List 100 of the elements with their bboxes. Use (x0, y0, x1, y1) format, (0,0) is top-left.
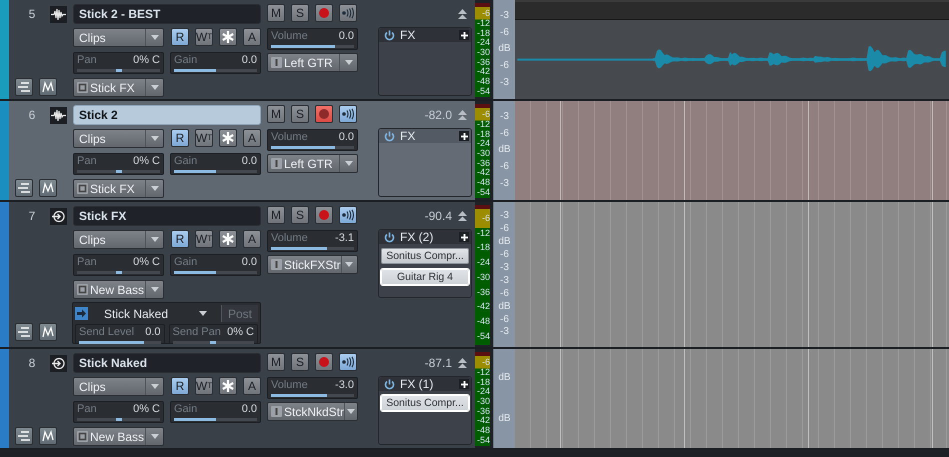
plugin-slot[interactable]: Sonitus Compr... (381, 395, 469, 411)
solo-button[interactable]: S (291, 105, 309, 123)
collapse-arrows-icon[interactable] (458, 211, 467, 221)
mode-dropdown[interactable]: Clips (73, 230, 164, 249)
record-button[interactable] (315, 206, 333, 224)
caret-icon (347, 409, 355, 414)
output-dropdown[interactable]: Left GTR (267, 154, 358, 173)
asterisk-icon (222, 380, 234, 392)
monitor-button[interactable] (339, 206, 357, 224)
volume-slider[interactable]: Volume -3.0 (267, 377, 358, 399)
automation-button[interactable] (39, 323, 57, 341)
mode-dropdown[interactable]: Clips (73, 377, 164, 396)
volume-slider[interactable]: Volume 0.0 (267, 28, 358, 50)
add-fx-button[interactable] (459, 232, 469, 242)
asterisk-icon (222, 132, 234, 144)
input-dropdown[interactable]: Stick FX (73, 78, 164, 97)
automation-button[interactable] (39, 179, 57, 197)
send-pan-slider[interactable]: Send Pan 0% C (168, 324, 258, 344)
pan-slider[interactable]: Pan 0% C (73, 153, 164, 175)
gain-slider[interactable]: Gain 0.0 (170, 52, 261, 74)
lines-icon (18, 183, 30, 193)
gain-slider[interactable]: Gain 0.0 (170, 153, 261, 175)
monitor-button[interactable] (339, 4, 357, 22)
input-dropdown[interactable]: Stick FX (73, 179, 164, 198)
read-button[interactable]: R (171, 377, 189, 395)
plugin-slot[interactable]: Guitar Rig 4 (381, 269, 469, 285)
record-icon (319, 210, 329, 220)
power-icon[interactable] (384, 378, 395, 390)
solo-button[interactable]: S (291, 4, 309, 22)
input-echo-button[interactable]: A (243, 28, 261, 46)
collapse-arrows-icon[interactable] (458, 110, 467, 120)
mute-button[interactable]: M (267, 353, 285, 371)
output-dropdown[interactable]: Left GTR (267, 53, 358, 72)
track-view-button[interactable] (15, 427, 33, 445)
add-fx-button[interactable] (459, 131, 469, 141)
read-button[interactable]: R (171, 28, 189, 46)
db-ruler: -3 -6 dB -6 -3 (493, 0, 515, 99)
input-echo-button[interactable]: A (243, 377, 261, 395)
mode-dropdown[interactable]: Clips (73, 28, 164, 47)
record-icon (319, 109, 329, 119)
output-dropdown[interactable]: StickFXStr (267, 255, 358, 274)
output-dropdown[interactable]: StckNkdStr (267, 402, 358, 421)
monitor-button[interactable] (339, 105, 357, 123)
record-icon (319, 357, 329, 367)
send-destination-dropdown[interactable]: Stick Naked (94, 305, 215, 322)
input-echo-button[interactable]: A (243, 230, 261, 248)
track-name-field[interactable]: Stick FX (73, 206, 261, 226)
freeze-button[interactable] (219, 28, 237, 46)
mode-dropdown[interactable]: Clips (73, 129, 164, 148)
lines-icon (18, 431, 30, 441)
read-button[interactable]: R (171, 129, 189, 147)
record-button[interactable] (315, 105, 333, 123)
pan-slider[interactable]: Pan 0% C (73, 401, 164, 423)
power-icon[interactable] (384, 130, 395, 142)
fx-title: FX (400, 28, 416, 42)
collapse-arrows-icon[interactable] (458, 358, 467, 368)
level-meter: -6 -12 -18 -24 -30 -36 -42 -48 -54 (475, 104, 490, 198)
track-view-button[interactable] (15, 323, 33, 341)
automation-button[interactable] (39, 78, 57, 96)
waveform-icon (50, 6, 67, 22)
output-icon (271, 259, 282, 270)
power-icon[interactable] (384, 232, 395, 242)
power-icon[interactable] (384, 30, 395, 40)
add-fx-button[interactable] (459, 30, 469, 40)
automation-button[interactable] (39, 427, 57, 445)
output-icon (271, 158, 282, 169)
pan-slider[interactable]: Pan 0% C (73, 52, 164, 74)
track-view-button[interactable] (15, 179, 33, 197)
input-echo-button[interactable]: A (243, 129, 261, 147)
mute-button[interactable]: M (267, 4, 285, 22)
add-fx-button[interactable] (459, 379, 469, 389)
mute-button[interactable]: M (267, 105, 285, 123)
track-view-button[interactable] (15, 78, 33, 96)
gain-slider[interactable]: Gain 0.0 (170, 401, 261, 423)
record-button[interactable] (315, 4, 333, 22)
pan-slider[interactable]: Pan 0% C (73, 254, 164, 276)
volume-slider[interactable]: Volume 0.0 (267, 129, 358, 151)
send-level-slider[interactable]: Send Level 0.0 (75, 324, 164, 344)
fx-title: FX (400, 129, 416, 143)
monitor-button[interactable] (339, 353, 357, 371)
plugin-slot[interactable]: Sonitus Compr... (381, 248, 469, 264)
record-button[interactable] (315, 353, 333, 371)
freeze-button[interactable] (219, 377, 237, 395)
input-dropdown[interactable]: New Bass (73, 280, 164, 299)
input-dropdown[interactable]: New Bass (73, 427, 164, 446)
track-name-field[interactable]: Stick 2 - BEST (73, 4, 261, 24)
track-name-field[interactable]: Stick Naked (73, 353, 261, 373)
freeze-button[interactable] (219, 230, 237, 248)
mute-button[interactable]: M (267, 206, 285, 224)
solo-button[interactable]: S (291, 206, 309, 224)
solo-button[interactable]: S (291, 353, 309, 371)
track-name-field[interactable]: Stick 2 (73, 105, 261, 125)
record-icon (319, 8, 329, 18)
volume-slider[interactable]: Volume -3.1 (267, 230, 358, 252)
read-button[interactable]: R (171, 230, 189, 248)
collapse-arrows-icon[interactable] (458, 9, 467, 19)
waveform-icon (50, 106, 67, 124)
gain-slider[interactable]: Gain 0.0 (170, 254, 261, 276)
level-meter: -6 -12 -18 -24 -30 -36 -42 -48 -54 (475, 3, 490, 97)
freeze-button[interactable] (219, 129, 237, 147)
